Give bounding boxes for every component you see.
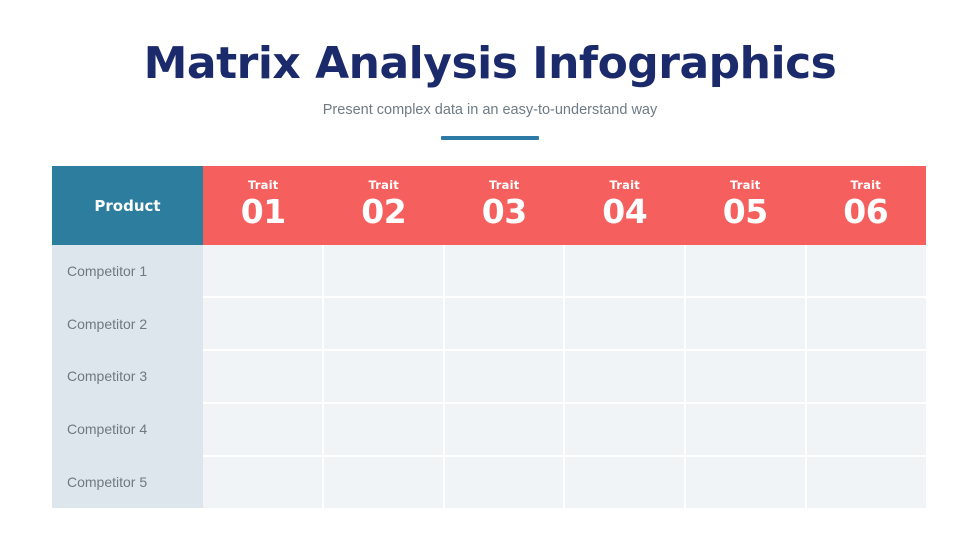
matrix-cell[interactable] xyxy=(686,298,808,349)
matrix-body: Competitor 1 Competitor 2 Competitor 3 C… xyxy=(52,245,926,508)
row-label[interactable]: Competitor 5 xyxy=(52,455,203,508)
matrix-cell-grid xyxy=(203,245,926,508)
matrix-cell[interactable] xyxy=(203,404,324,455)
matrix-cell[interactable] xyxy=(807,351,926,402)
table-row xyxy=(203,457,926,508)
trait-number: 05 xyxy=(722,191,768,231)
table-row xyxy=(203,298,926,351)
product-column-header: Product xyxy=(52,166,203,245)
matrix-cell[interactable] xyxy=(807,404,926,455)
trait-number: 04 xyxy=(602,191,648,231)
trait-column-header-01[interactable]: Trait 01 xyxy=(203,166,324,245)
matrix-cell[interactable] xyxy=(686,245,808,296)
matrix-cell[interactable] xyxy=(323,457,445,508)
trait-label: Trait xyxy=(609,177,640,192)
trait-label: Trait xyxy=(368,177,399,192)
trait-number: 06 xyxy=(843,191,889,231)
page-subtitle: Present complex data in an easy-to-under… xyxy=(322,102,658,118)
trait-label: Trait xyxy=(730,177,761,192)
matrix-cell[interactable] xyxy=(203,351,324,402)
trait-label: Trait xyxy=(850,177,881,192)
matrix-cell[interactable] xyxy=(323,245,445,296)
matrix-cell[interactable] xyxy=(807,245,926,296)
matrix-cell[interactable] xyxy=(323,351,445,402)
accent-divider xyxy=(441,136,539,140)
trait-column-header-05[interactable]: Trait 05 xyxy=(685,166,806,245)
matrix-cell[interactable] xyxy=(323,298,445,349)
row-label[interactable]: Competitor 3 xyxy=(52,350,203,403)
row-label-column: Competitor 1 Competitor 2 Competitor 3 C… xyxy=(52,245,203,508)
matrix-cell[interactable] xyxy=(686,351,808,402)
table-row xyxy=(203,245,926,298)
slide-header: Matrix Analysis Infographics Present com… xyxy=(0,38,980,140)
matrix-cell[interactable] xyxy=(565,298,687,349)
trait-column-header-02[interactable]: Trait 02 xyxy=(324,166,445,245)
table-row xyxy=(203,351,926,404)
trait-column-header-04[interactable]: Trait 04 xyxy=(565,166,686,245)
matrix-cell[interactable] xyxy=(444,457,566,508)
matrix-cell[interactable] xyxy=(444,298,566,349)
trait-label: Trait xyxy=(489,177,520,192)
trait-number: 03 xyxy=(481,191,527,231)
matrix-cell[interactable] xyxy=(203,457,324,508)
matrix-cell[interactable] xyxy=(565,351,687,402)
page-title: Matrix Analysis Infographics xyxy=(143,38,837,89)
matrix-cell[interactable] xyxy=(807,457,926,508)
matrix-cell[interactable] xyxy=(565,404,687,455)
slide-canvas: Matrix Analysis Infographics Present com… xyxy=(0,0,980,551)
trait-number: 02 xyxy=(361,191,407,231)
matrix-cell[interactable] xyxy=(323,404,445,455)
trait-label: Trait xyxy=(248,177,279,192)
matrix-cell[interactable] xyxy=(444,245,566,296)
matrix-header-row: Product Trait 01 Trait 02 Trait 03 Trait… xyxy=(52,166,926,245)
matrix-cell[interactable] xyxy=(686,457,808,508)
matrix-table: Product Trait 01 Trait 02 Trait 03 Trait… xyxy=(52,166,926,508)
row-label[interactable]: Competitor 1 xyxy=(52,245,203,298)
matrix-cell[interactable] xyxy=(203,245,324,296)
row-label[interactable]: Competitor 2 xyxy=(52,298,203,351)
matrix-cell[interactable] xyxy=(203,298,324,349)
trait-columns-header: Trait 01 Trait 02 Trait 03 Trait 04 Trai… xyxy=(203,166,926,245)
trait-column-header-06[interactable]: Trait 06 xyxy=(806,166,927,245)
table-row xyxy=(203,404,926,457)
trait-number: 01 xyxy=(240,191,286,231)
matrix-cell[interactable] xyxy=(444,351,566,402)
matrix-cell[interactable] xyxy=(565,457,687,508)
row-label[interactable]: Competitor 4 xyxy=(52,403,203,456)
matrix-cell[interactable] xyxy=(807,298,926,349)
matrix-cell[interactable] xyxy=(686,404,808,455)
matrix-cell[interactable] xyxy=(444,404,566,455)
trait-column-header-03[interactable]: Trait 03 xyxy=(444,166,565,245)
matrix-cell[interactable] xyxy=(565,245,687,296)
